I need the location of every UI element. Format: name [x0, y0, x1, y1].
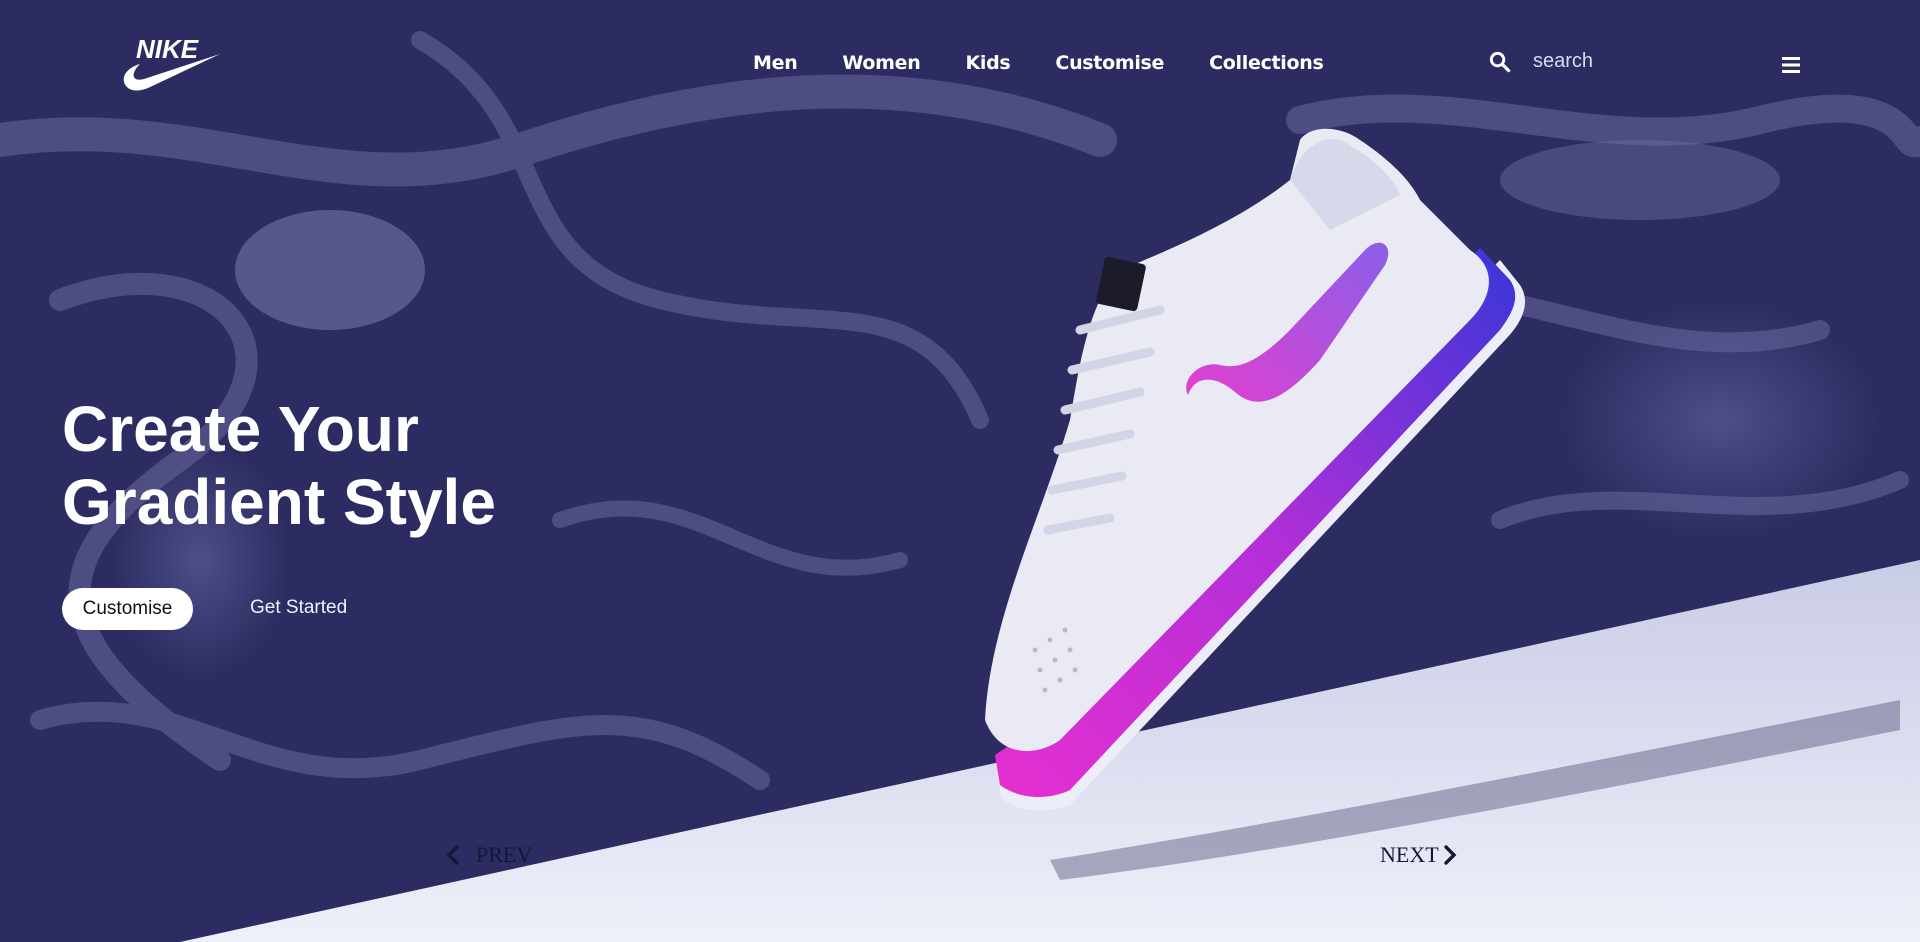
search-input[interactable] — [1533, 50, 1723, 73]
nav-link-collections[interactable]: Collections — [1209, 52, 1324, 74]
prev-button[interactable]: PREV — [446, 842, 532, 868]
chevron-left-icon — [446, 845, 459, 865]
next-button[interactable]: NEXT — [1380, 842, 1457, 868]
top-navigation: NIKE Men Women Kids Customise Collection… — [0, 0, 1920, 130]
nike-swoosh-logo-icon: NIKE — [123, 34, 220, 91]
nav-link-men[interactable]: Men — [753, 52, 798, 74]
nav-link-kids[interactable]: Kids — [965, 52, 1010, 74]
prev-label: PREV — [476, 842, 533, 867]
nike-logo[interactable]: NIKE — [118, 34, 222, 94]
hero-title-line-1: Create Your — [62, 393, 419, 465]
get-started-link[interactable]: Get Started — [250, 597, 347, 619]
nav-link-customise[interactable]: Customise — [1055, 52, 1164, 74]
search-icon[interactable] — [1488, 50, 1511, 73]
next-label: NEXT — [1380, 842, 1439, 867]
logo-text: NIKE — [136, 34, 199, 64]
hero-title: Create Your Gradient Style — [62, 393, 496, 539]
nav-link-women[interactable]: Women — [842, 52, 920, 74]
main-menu: Men Women Kids Customise Collections — [753, 52, 1324, 74]
chevron-right-icon — [1443, 845, 1457, 865]
search-bar — [1488, 50, 1723, 73]
customise-button[interactable]: Customise — [62, 588, 193, 630]
hero-title-line-2: Gradient Style — [62, 466, 496, 538]
hamburger-menu-icon[interactable] — [1781, 55, 1801, 75]
